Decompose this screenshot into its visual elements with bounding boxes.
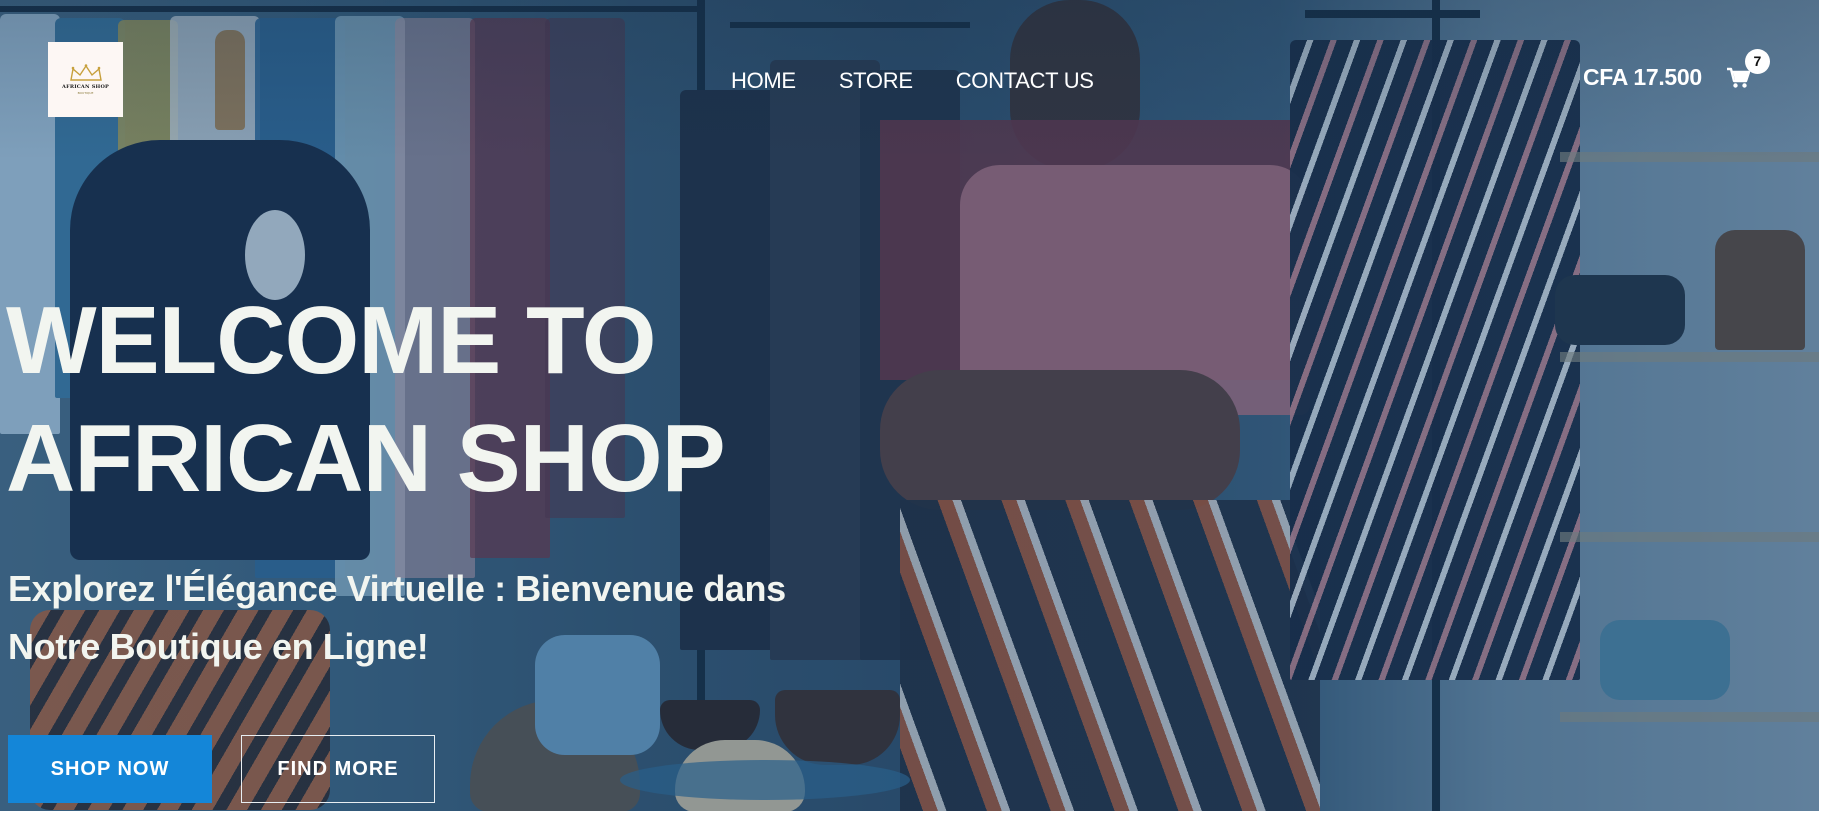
nav-contact-link[interactable]: CONTACT US: [956, 68, 1094, 94]
right-edge: [1819, 0, 1827, 815]
hero-title: WELCOME TO AFRICAN SHOP: [6, 282, 726, 518]
cart-count-badge: 7: [1744, 48, 1770, 74]
site-logo[interactable]: AFRICAN SHOP BOUTIQUE: [48, 42, 123, 117]
logo-brand-text: AFRICAN SHOP: [62, 84, 109, 90]
hero-title-line-2: AFRICAN SHOP: [6, 405, 726, 512]
nav-home-link[interactable]: HOME: [731, 68, 796, 94]
cart-summary: CFA 17.500 7: [1583, 48, 1770, 91]
main-nav: HOME STORE CONTACT US: [731, 68, 1137, 94]
find-more-button[interactable]: FIND MORE: [241, 735, 435, 803]
crown-icon: [69, 64, 102, 81]
page: AFRICAN SHOP BOUTIQUE HOME STORE CONTACT…: [0, 0, 1827, 815]
cart-total[interactable]: CFA 17.500: [1583, 64, 1702, 91]
hero-title-line-1: WELCOME TO: [6, 287, 657, 394]
bottom-edge: [0, 811, 1827, 815]
hero-subtitle-line-2: Notre Boutique en Ligne!: [8, 626, 429, 667]
logo-tagline: BOUTIQUE: [77, 91, 94, 95]
shop-now-button[interactable]: SHOP NOW: [8, 735, 212, 803]
hero-subtitle-line-1: Explorez l'Élégance Virtuelle : Bienvenu…: [8, 568, 786, 609]
shopping-cart-icon[interactable]: 7: [1726, 48, 1770, 89]
nav-store-link[interactable]: STORE: [839, 68, 913, 94]
hero-subtitle: Explorez l'Élégance Virtuelle : Bienvenu…: [8, 560, 828, 676]
